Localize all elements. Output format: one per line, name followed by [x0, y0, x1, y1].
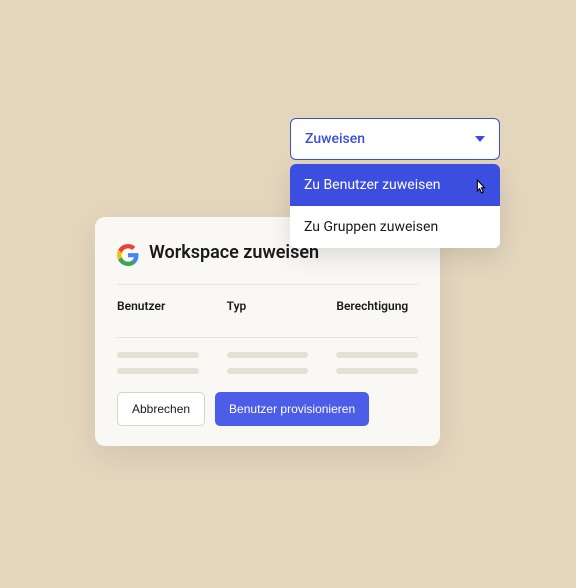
skeleton-cell — [336, 368, 418, 374]
skeleton-cell — [117, 352, 199, 358]
button-row: Abbrechen Benutzer provisionieren — [117, 392, 418, 426]
assign-dropdown: Zuweisen Zu Benutzer zuweisen Zu Gruppen… — [290, 118, 500, 248]
skeleton-cell — [227, 352, 309, 358]
google-logo-icon — [117, 244, 139, 266]
table-header: Benutzer Typ Berechtigung — [117, 299, 418, 327]
assign-dropdown-trigger[interactable]: Zuweisen — [290, 118, 500, 160]
assign-dropdown-label: Zuweisen — [305, 131, 365, 147]
skeleton-cell — [336, 352, 418, 358]
table-row — [117, 368, 418, 374]
dropdown-item-assign-group[interactable]: Zu Gruppen zuweisen — [290, 206, 500, 248]
divider — [117, 284, 418, 285]
table-row — [117, 352, 418, 358]
skeleton-cell — [227, 368, 309, 374]
dropdown-item-assign-user[interactable]: Zu Benutzer zuweisen — [290, 164, 500, 206]
column-type: Typ — [227, 299, 309, 313]
skeleton-cell — [117, 368, 199, 374]
workspace-assign-card: Workspace zuweisen Benutzer Typ Berechti… — [95, 217, 440, 446]
column-permission: Berechtigung — [336, 299, 418, 313]
column-user: Benutzer — [117, 299, 199, 313]
cursor-pointer-icon — [470, 177, 492, 199]
divider — [117, 337, 418, 338]
dropdown-item-label: Zu Benutzer zuweisen — [304, 177, 441, 193]
cancel-button[interactable]: Abbrechen — [117, 392, 205, 426]
dropdown-item-label: Zu Gruppen zuweisen — [304, 219, 438, 235]
provision-users-button[interactable]: Benutzer provisionieren — [215, 392, 369, 426]
assign-dropdown-menu: Zu Benutzer zuweisen Zu Gruppen zuweisen — [290, 164, 500, 248]
caret-down-icon — [475, 136, 485, 142]
